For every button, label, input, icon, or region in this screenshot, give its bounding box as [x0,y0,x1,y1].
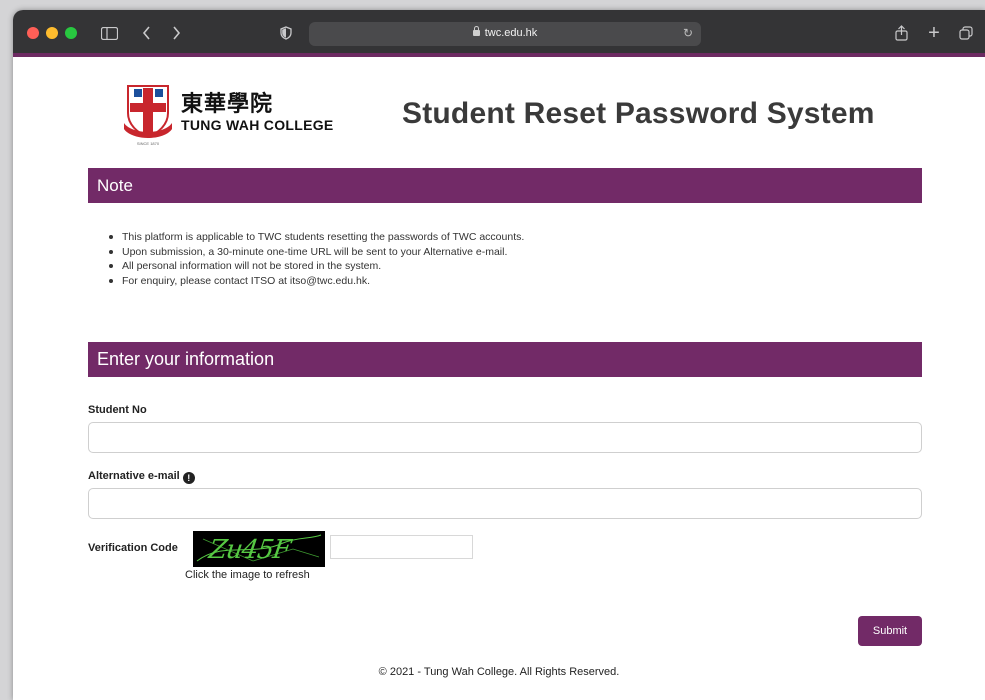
note-item: Upon submission, a 30-minute one-time UR… [108,245,524,260]
note-item: All personal information will not be sto… [108,259,524,274]
address-bar[interactable]: twc.edu.hk ↻ [309,22,701,46]
form-heading: Enter your information [88,342,922,377]
college-name-chinese: 東華學院 [181,92,274,117]
page-title: Student Reset Password System [402,97,875,130]
browser-window: twc.edu.hk ↻ + SINCE 1870 東華學院 TUNG WAH … [13,10,985,700]
footer-copyright: © 2021 - Tung Wah College. All Rights Re… [378,666,620,678]
verification-code-input[interactable] [330,535,473,559]
page-content: SINCE 1870 東華學院 TUNG WAH COLLEGE Student… [13,61,985,700]
college-crest-logo: SINCE 1870 [122,83,174,147]
note-heading: Note [88,168,922,203]
student-no-label: Student No [88,404,147,416]
alternative-email-label-text: Alternative e-mail [88,470,180,482]
reload-icon[interactable]: ↻ [683,26,693,40]
back-icon[interactable] [139,23,153,43]
captcha-image[interactable]: Zu45F [193,531,325,567]
student-no-input[interactable] [88,422,922,453]
forward-icon[interactable] [169,23,183,43]
college-name-english: TUNG WAH COLLEGE [181,117,334,133]
lock-icon [472,26,480,36]
note-list: This platform is applicable to TWC stude… [108,230,525,289]
new-tab-icon[interactable]: + [926,23,942,43]
browser-toolbar: twc.edu.hk ↻ + [13,10,985,57]
alternative-email-label: Alternative e-mail! [88,470,195,484]
tab-overview-icon[interactable] [958,23,974,43]
note-item: This platform is applicable to TWC stude… [108,231,525,243]
verification-code-label: Verification Code [88,542,178,554]
privacy-shield-icon[interactable] [279,23,293,43]
share-icon[interactable] [893,23,909,43]
minimize-window-button[interactable] [46,27,58,39]
sidebar-toggle-icon[interactable] [99,23,119,43]
close-window-button[interactable] [27,27,39,39]
svg-text:SINCE 1870: SINCE 1870 [137,141,160,146]
captcha-refresh-hint: Click the image to refresh [185,569,310,581]
submit-button[interactable]: Submit [858,616,922,646]
url-label: twc.edu.hk [484,27,538,39]
address-bar-text: twc.edu.hk [309,26,701,39]
alternative-email-input[interactable] [88,488,922,519]
zoom-window-button[interactable] [65,27,77,39]
captcha-text: Zu45F [206,535,293,565]
note-item: For enquiry, please contact ITSO at itso… [108,274,524,289]
info-icon[interactable]: ! [182,472,195,484]
